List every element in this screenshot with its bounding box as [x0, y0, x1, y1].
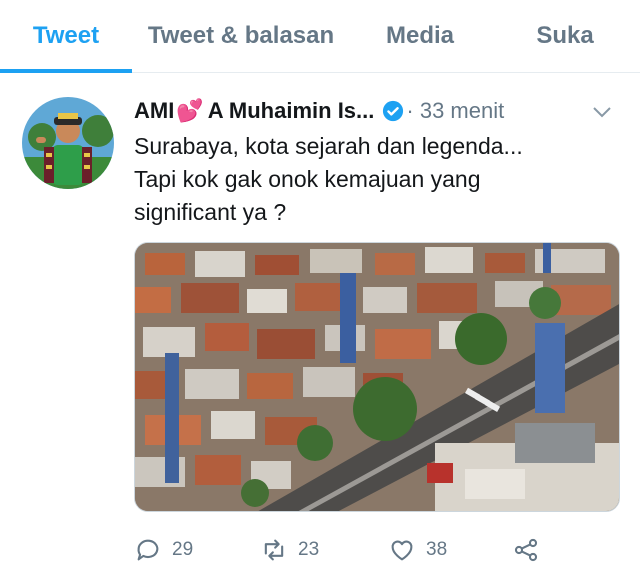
- like-button[interactable]: 38: [388, 530, 447, 570]
- aerial-city-photo: [135, 243, 619, 511]
- tweet-text-line: significant ya ?: [134, 199, 287, 225]
- tweet-text-line: Surabaya, kota sejarah dan legenda...: [134, 133, 523, 159]
- heart-emoji-icon: 💕: [176, 98, 204, 123]
- share-button[interactable]: [512, 530, 550, 570]
- reply-button[interactable]: 29: [134, 530, 193, 570]
- retweet-count: 23: [298, 539, 320, 560]
- avatar-image: [22, 97, 114, 189]
- author-name[interactable]: AMI: [134, 98, 174, 124]
- like-icon: [391, 540, 413, 561]
- active-tab-indicator: [0, 69, 132, 73]
- tweet-time[interactable]: · 33 menit: [406, 98, 504, 124]
- tab-label: Tweet: [32, 22, 100, 49]
- tab-likes[interactable]: Suka: [490, 0, 640, 72]
- reply-icon: [137, 539, 159, 561]
- like-count: 38: [426, 539, 448, 560]
- verified-badge-icon: [383, 100, 404, 122]
- reply-count: 29: [172, 539, 194, 560]
- tweet-text-line: Tapi kok gak onok kemajuan yang: [134, 166, 481, 192]
- author-name-rest[interactable]: A Muhaimin Is...: [208, 98, 375, 124]
- tab-tweets-and-replies[interactable]: Tweet & balasan: [132, 0, 350, 72]
- retweet-icon: [264, 539, 284, 561]
- tab-tweet[interactable]: Tweet: [0, 0, 132, 73]
- tab-label: Tweet & balasan: [147, 22, 335, 49]
- tab-label: Media: [385, 22, 454, 49]
- chevron-down-icon[interactable]: [590, 100, 614, 124]
- retweet-button[interactable]: 23: [260, 530, 319, 570]
- profile-tabs: Tweet Tweet & balasan Media Suka: [0, 0, 640, 73]
- tweet-text: Surabaya, kota sejarah dan legenda... Ta…: [134, 130, 624, 229]
- share-icon: [514, 538, 538, 562]
- tweet-photo[interactable]: [134, 242, 620, 512]
- tab-media[interactable]: Media: [350, 0, 490, 72]
- avatar[interactable]: [22, 97, 114, 189]
- tweet-actions: 29 23 38: [134, 530, 634, 570]
- tweet-header: AMI 💕 A Muhaimin Is... · 33 menit: [134, 94, 504, 128]
- tab-label: Suka: [536, 22, 594, 49]
